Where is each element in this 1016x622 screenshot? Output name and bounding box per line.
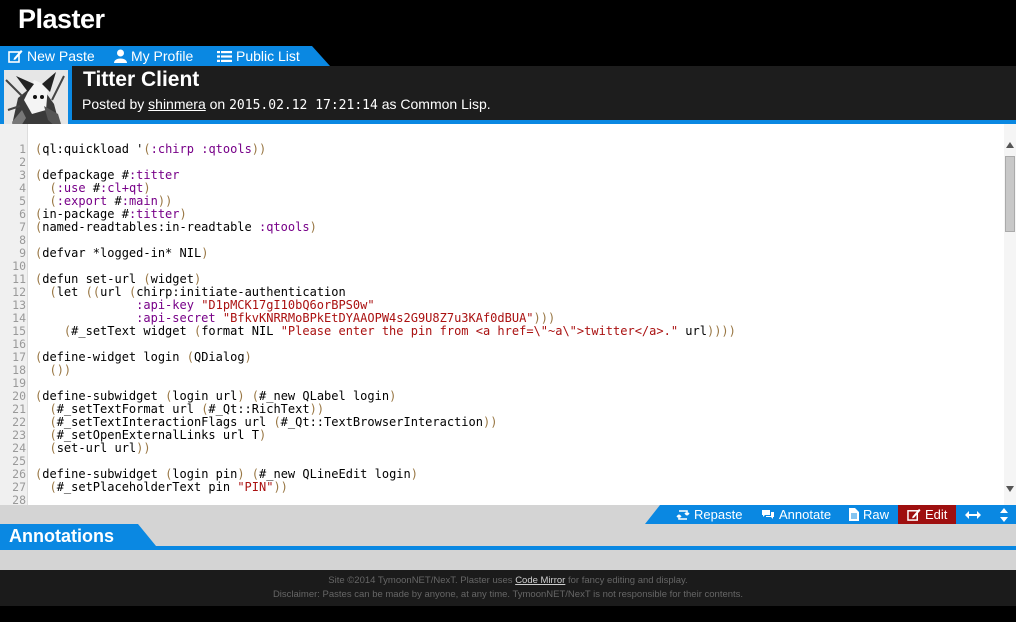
edit-label: Edit (925, 507, 948, 522)
code-text: (defvar *logged-in* NIL) (35, 246, 209, 260)
edit-button[interactable]: Edit (898, 505, 957, 524)
code-text: (named-readtables:in-readtable :qtools) (35, 220, 317, 234)
expand-width-button[interactable] (965, 505, 981, 524)
public-list-label: Public List (236, 48, 300, 64)
code-text: (set-url url)) (49, 441, 151, 455)
language-text: as Common Lisp. (381, 96, 491, 112)
edit-icon (8, 50, 23, 63)
annotations-list (0, 550, 1016, 570)
posted-by-text: Posted by (82, 96, 145, 112)
scroll-up-icon[interactable] (1006, 142, 1014, 148)
new-paste-link[interactable]: New Paste (8, 46, 95, 66)
repaste-button[interactable]: Repaste (676, 505, 742, 524)
edit-icon (907, 508, 921, 521)
scroll-thumb[interactable] (1005, 156, 1015, 232)
public-list-link[interactable]: Public List (217, 46, 300, 66)
repaste-label: Repaste (694, 507, 743, 522)
footer-line-1: Site ©2014 TymoonNET/NexT. Plaster uses … (0, 575, 1016, 586)
retweet-icon (676, 509, 690, 520)
scroll-down-icon[interactable] (1006, 486, 1014, 492)
my-profile-link[interactable]: My Profile (114, 46, 193, 66)
annotate-button[interactable]: Annotate (761, 505, 831, 524)
annotate-label: Annotate (779, 507, 832, 522)
paste-datetime: 2015.02.12 17:21:14 (229, 98, 378, 113)
list-icon (217, 50, 232, 62)
code-text: (ql:quickload '(:chirp :qtools)) (35, 142, 267, 156)
code-mirror-link[interactable]: Code Mirror (515, 575, 565, 586)
author-link[interactable]: shinmera (148, 96, 206, 112)
footer-copyright: Site ©2014 TymoonNET/NexT. Plaster uses (328, 575, 513, 586)
annotations-bar (0, 524, 1016, 548)
code-text: ()) (49, 363, 72, 377)
arrows-vertical-icon (1000, 507, 1008, 522)
annotations-title: Annotations (9, 526, 114, 546)
file-text-icon (849, 508, 859, 521)
user-icon (114, 49, 127, 63)
on-text: on (209, 96, 226, 112)
line-number: 28 (12, 493, 26, 506)
comments-icon (762, 509, 774, 519)
paste-title: Titter Client (83, 68, 200, 91)
main-nav: New Paste My Profile Public List (0, 46, 330, 66)
my-profile-label: My Profile (131, 48, 194, 64)
code-text: (#_setText widget (format NIL "Please en… (63, 324, 736, 338)
arrows-horizontal-icon (965, 510, 981, 519)
footer: Site ©2014 TymoonNET/NexT. Plaster uses … (0, 570, 1016, 606)
editor-scrollbar[interactable] (1004, 124, 1016, 505)
paste-toolbar: Repaste Annotate Raw Edit (645, 505, 1016, 524)
code-text: (#_setPlaceholderText pin "PIN")) (49, 480, 288, 494)
footer-disclaimer: Disclaimer: Pastes can be made by anyone… (272, 589, 744, 600)
code-editor[interactable]: 1 (ql:quickload '(:chirp :qtools)) 2 3 (defp… (0, 124, 1016, 505)
footer-cm-note: for fancy editing and display. (567, 575, 688, 586)
raw-button[interactable]: Raw (849, 505, 889, 524)
app-title[interactable]: Plaster (18, 4, 105, 35)
raw-label: Raw (863, 507, 890, 522)
expand-height-button[interactable] (1000, 505, 1008, 524)
new-paste-label: New Paste (27, 48, 95, 64)
paste-meta: Posted by shinmera on 2015.02.12 17:21:1… (82, 96, 491, 113)
